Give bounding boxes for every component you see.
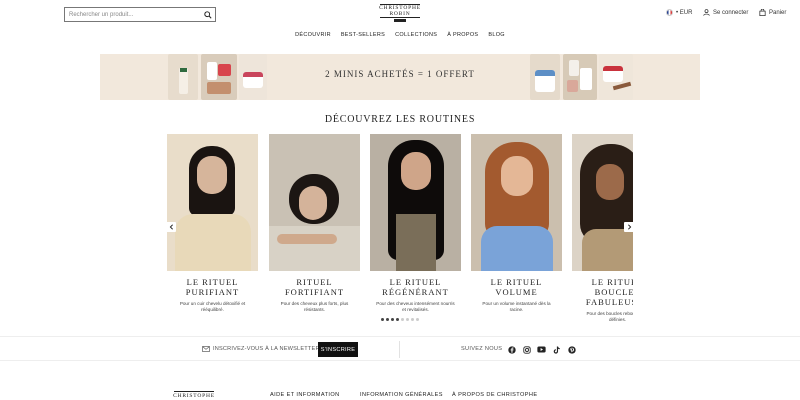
cart-label: Panier (769, 9, 787, 16)
nav-item-a-propos[interactable]: À PROPOS (447, 32, 478, 38)
routine-description: Pour un volume instantané dès la racine. (482, 301, 551, 312)
newsletter-bar: INSCRIVEZ-VOUS À LA NEWSLETTER S'INSCRIR… (0, 336, 800, 361)
pagination-dot[interactable] (381, 318, 384, 321)
product-image (563, 54, 597, 100)
routine-title: LE RITUEL RÉGÉNÉRANT (382, 277, 449, 297)
carousel-pagination (381, 318, 419, 321)
follow-label: SUIVEZ NOUS (461, 346, 503, 352)
nav-item-collections[interactable]: COLLECTIONS (395, 32, 437, 38)
nav-item-blog[interactable]: BLOG (488, 32, 504, 38)
routine-image (471, 134, 562, 271)
routine-image (370, 134, 461, 271)
brand-logo[interactable]: CHRISTOPHE ROBIN (378, 4, 422, 24)
search-placeholder: Rechercher un produit... (69, 11, 134, 18)
footer-heading-a-propos: À PROPOS DE CHRISTOPHE (452, 392, 538, 398)
routine-card-fortifiant[interactable]: RITUEL FORTIFIANT Pour des cheveux plus f… (269, 134, 360, 313)
footer-heading-information: INFORMATION GÉNÉRALES (360, 392, 443, 398)
pagination-dot[interactable] (411, 318, 414, 321)
login-label: Se connecter (713, 9, 749, 16)
user-icon (703, 9, 710, 16)
routines-title: DÉCOUVREZ LES ROUTINES (324, 114, 476, 125)
routine-title: LE RITUEL PURIFIANT (185, 277, 240, 297)
routine-description: Pour des cheveux intensément nourris et … (376, 301, 455, 312)
product-image (530, 54, 560, 100)
cart-link[interactable]: Panier (759, 9, 786, 16)
carousel-prev-button[interactable] (166, 222, 176, 232)
pinterest-icon[interactable] (567, 345, 576, 354)
routine-image (167, 134, 258, 271)
bag-icon (759, 9, 766, 16)
nav-item-decouvrir[interactable]: DÉCOUVRIR (295, 32, 331, 38)
france-flag-icon (666, 9, 673, 16)
logo-rule (174, 391, 214, 392)
promo-banner[interactable]: 2 MINIS ACHETÉS = 1 OFFERT (100, 54, 700, 100)
carousel-next-button[interactable] (624, 222, 634, 232)
subscribe-button[interactable]: S'INSCRIRE (318, 342, 358, 357)
currency-label: • EUR (676, 9, 693, 16)
chevron-left-icon (169, 224, 173, 230)
instagram-icon[interactable] (522, 345, 531, 354)
footer-heading-aide: AIDE ET INFORMATION (270, 392, 340, 398)
search-input[interactable]: Rechercher un produit... (64, 7, 216, 22)
pagination-dot[interactable] (406, 318, 409, 321)
logo-rule (380, 17, 420, 18)
pagination-dot[interactable] (396, 318, 399, 321)
site-header: Rechercher un produit... CHRISTOPHE ROBI… (0, 0, 800, 48)
routine-description: Pour des boucles rebondies et définies. (586, 311, 633, 322)
logo-bar (394, 19, 406, 22)
tiktok-icon[interactable] (552, 345, 561, 354)
routine-title: LE RITUEL VOLUME (490, 277, 543, 297)
login-link[interactable]: Se connecter (703, 9, 748, 16)
main-nav: DÉCOUVRIR BEST-SELLERS COLLECTIONS À PRO… (0, 32, 800, 38)
chevron-right-icon (627, 224, 631, 230)
pagination-dot[interactable] (416, 318, 419, 321)
divider (399, 341, 400, 358)
nav-item-best-sellers[interactable]: BEST-SELLERS (341, 32, 385, 38)
logo-line2: ROBIN (389, 11, 411, 17)
routine-title: RITUEL FORTIFIANT (284, 277, 345, 297)
routine-image (269, 134, 360, 271)
routine-image (572, 134, 633, 271)
product-image (599, 54, 633, 100)
routine-card-regenerant[interactable]: LE RITUEL RÉGÉNÉRANT Pour des cheveux int… (370, 134, 461, 313)
routine-card-purifiant[interactable]: LE RITUEL PURIFIANT Pour un cuir chevelu … (167, 134, 258, 313)
routine-description: Pour des cheveux plus forts, plus résist… (280, 301, 349, 312)
routine-title: LE RITUELBOUCLESFABULEUSES (585, 277, 633, 307)
currency-selector[interactable]: • EUR (666, 9, 692, 16)
footer-logo-text: CHRISTOPHE (173, 393, 215, 399)
routine-card-volume[interactable]: LE RITUEL VOLUME Pour un volume instantan… (471, 134, 562, 313)
pagination-dot[interactable] (386, 318, 389, 321)
search-icon[interactable] (201, 8, 215, 21)
footer-logo[interactable]: CHRISTOPHE (172, 391, 216, 399)
pagination-dot[interactable] (391, 318, 394, 321)
facebook-icon[interactable] (507, 345, 516, 354)
routine-description: Pour un cuir chevelu détoxifié et rééqui… (179, 301, 246, 312)
mail-icon (202, 346, 210, 352)
pagination-dot[interactable] (401, 318, 404, 321)
routines-carousel[interactable]: LE RITUEL PURIFIANT Pour un cuir chevelu … (167, 134, 633, 324)
youtube-icon[interactable] (537, 345, 546, 354)
newsletter-label: INSCRIVEZ-VOUS À LA NEWSLETTER (202, 346, 320, 352)
